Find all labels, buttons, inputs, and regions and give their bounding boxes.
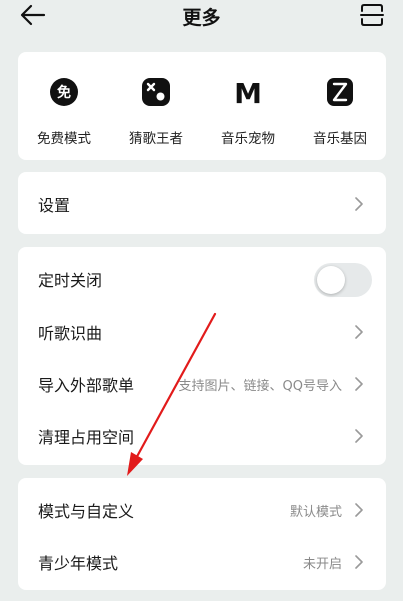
clean-label: 清理占用空间 (38, 428, 135, 447)
toggle-knob (317, 266, 345, 294)
chevron-right-icon (355, 429, 363, 443)
quick-item-music-gene[interactable]: 音乐基因 (294, 52, 386, 160)
chevron-right-icon (355, 377, 363, 391)
chevron-right-icon (355, 325, 363, 339)
game-controller-icon (142, 78, 170, 106)
import-label: 导入外部歌单 (38, 376, 135, 395)
music-pet-icon: M (234, 77, 262, 107)
teen-mode-row[interactable]: 青少年模式 未开启 (18, 535, 386, 587)
quick-item-label: 音乐宠物 (221, 131, 275, 147)
teen-value: 未开启 (302, 557, 342, 572)
teen-label: 青少年模式 (38, 554, 119, 573)
chevron-right-icon (355, 555, 363, 569)
quick-item-music-pet[interactable]: M 音乐宠物 (202, 52, 294, 160)
free-mode-glyph: 免 (57, 84, 71, 101)
scan-icon[interactable] (359, 2, 385, 28)
quick-actions-card: 免 免费模式 猜歌王者 M 音乐宠物 音乐基因 (18, 52, 386, 160)
mode-customize-row[interactable]: 模式与自定义 默认模式 (18, 483, 386, 535)
import-hint: 支持图片、链接、QQ号导入 (178, 379, 342, 394)
music-pet-glyph: M (234, 77, 262, 107)
import-playlist-row[interactable]: 导入外部歌单 支持图片、链接、QQ号导入 (18, 357, 386, 409)
timer-row[interactable]: 定时关闭 (18, 252, 386, 304)
clean-storage-row[interactable]: 清理占用空间 (18, 409, 386, 461)
header: 更多 (0, 0, 403, 34)
settings-row[interactable]: 设置 (18, 177, 386, 229)
quick-item-label: 猜歌王者 (129, 131, 183, 147)
timer-label: 定时关闭 (38, 271, 103, 290)
tools-card: 定时关闭 听歌识曲 导入外部歌单 支持图片、链接、QQ号导入 清理占用空间 (18, 247, 386, 465)
settings-card: 设置 (18, 172, 386, 234)
recognize-label: 听歌识曲 (38, 324, 103, 343)
mode-label: 模式与自定义 (38, 502, 135, 521)
page-title: 更多 (182, 7, 221, 29)
music-gene-icon (327, 78, 353, 106)
quick-item-free-mode[interactable]: 免 免费模式 (18, 52, 110, 160)
quick-item-label: 免费模式 (37, 131, 91, 147)
timer-toggle[interactable] (314, 263, 372, 297)
quick-item-label: 音乐基因 (313, 131, 367, 147)
quick-item-guess-song[interactable]: 猜歌王者 (110, 52, 202, 160)
modes-card: 模式与自定义 默认模式 青少年模式 未开启 (18, 478, 386, 590)
recognize-row[interactable]: 听歌识曲 (18, 305, 386, 357)
chevron-right-icon (355, 197, 363, 211)
settings-label: 设置 (38, 196, 71, 215)
mode-value: 默认模式 (289, 505, 342, 520)
chevron-right-icon (355, 503, 363, 517)
free-mode-icon: 免 (50, 78, 78, 106)
